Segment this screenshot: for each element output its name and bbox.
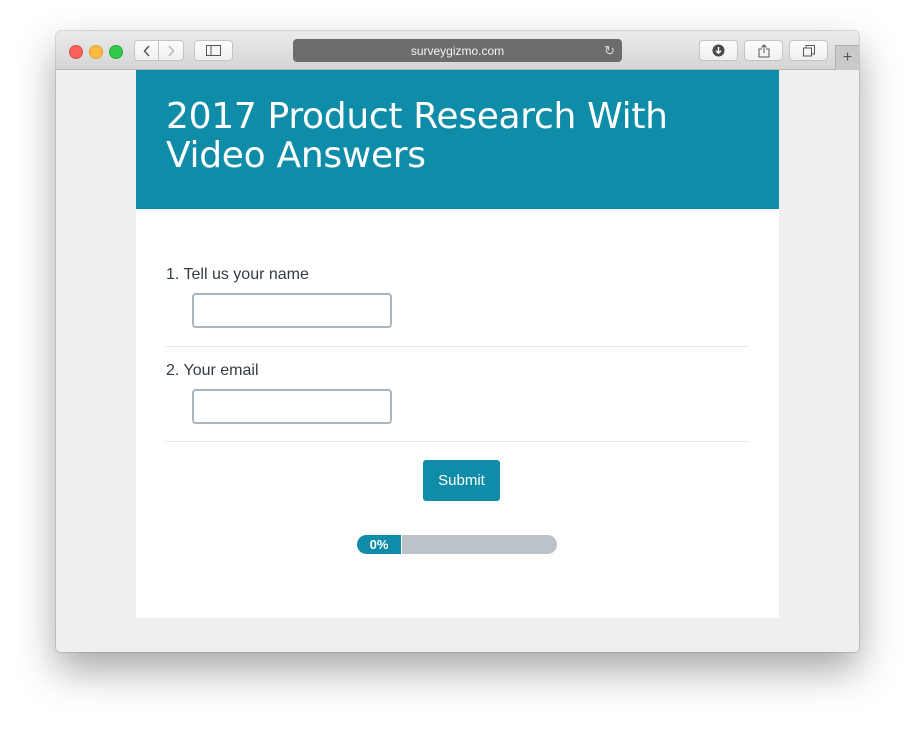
download-icon	[712, 44, 725, 57]
forward-button[interactable]	[159, 40, 184, 61]
address-bar[interactable]: surveygizmo.com ↻	[293, 39, 622, 62]
sidebar-icon	[206, 45, 221, 56]
share-button[interactable]	[744, 40, 783, 61]
new-tab-button[interactable]: +	[835, 45, 859, 70]
download-button[interactable]	[699, 40, 738, 61]
back-button[interactable]	[134, 40, 159, 61]
progress-fill: 0%	[357, 535, 402, 554]
question-label: 2. Your email	[166, 362, 259, 379]
survey-header: 2017 Product Research With Video Answers	[136, 70, 779, 209]
browser-window: surveygizmo.com ↻ + 2017 Product Researc…	[56, 31, 859, 652]
question-name: 1. Tell us your name	[166, 266, 749, 347]
minimize-window-button[interactable]	[89, 45, 103, 59]
reload-icon[interactable]: ↻	[604, 43, 615, 59]
page-viewport: 2017 Product Research With Video Answers…	[56, 70, 859, 652]
question-email: 2. Your email	[166, 362, 749, 442]
zoom-window-button[interactable]	[109, 45, 123, 59]
chevron-left-icon	[142, 44, 150, 57]
plus-icon: +	[842, 49, 853, 66]
close-window-button[interactable]	[69, 45, 83, 59]
survey-title: 2017 Product Research With Video Answers	[166, 96, 668, 176]
browser-toolbar: surveygizmo.com ↻ +	[56, 31, 859, 70]
survey-form: 2017 Product Research With Video Answers…	[136, 70, 779, 618]
chevron-right-icon	[168, 44, 175, 57]
email-input[interactable]	[192, 389, 392, 424]
name-input[interactable]	[192, 293, 392, 328]
sidebar-button[interactable]	[194, 40, 233, 61]
url-text: surveygizmo.com	[410, 43, 505, 58]
tabs-icon	[802, 44, 815, 56]
progress-bar: 0%	[357, 535, 557, 554]
submit-button[interactable]: Submit	[423, 460, 500, 501]
share-icon	[758, 43, 769, 57]
question-label: 1. Tell us your name	[166, 266, 309, 283]
show-tabs-button[interactable]	[789, 40, 828, 61]
progress-label: 0%	[369, 537, 389, 552]
